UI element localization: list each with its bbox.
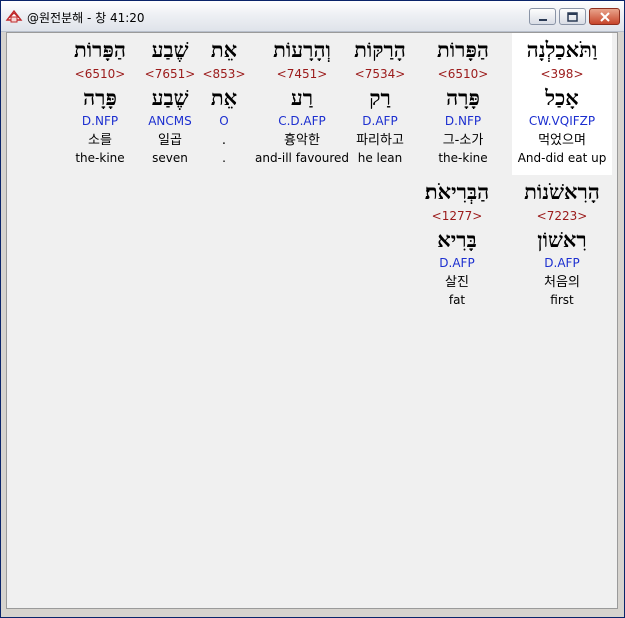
bible-app-icon bbox=[5, 9, 23, 23]
hebrew-word: הַפָּרוֹת bbox=[437, 37, 489, 62]
strong-number[interactable]: <6510> bbox=[413, 67, 513, 81]
strong-number[interactable]: <7534> bbox=[340, 67, 420, 81]
strong-number[interactable]: <7223> bbox=[512, 209, 612, 223]
hebrew-lemma: רַק bbox=[369, 85, 391, 110]
interlinear-panel[interactable]: וַתֹּאכַלְנָה <398> אָכַל CW.VQIFZP 먹었으며… bbox=[6, 32, 618, 609]
korean-gloss: 소를 bbox=[88, 133, 112, 148]
status-bar bbox=[6, 610, 618, 616]
title-bar[interactable]: @원전분해 - 창 41:20 bbox=[1, 1, 624, 32]
english-gloss: fat bbox=[448, 293, 466, 307]
hebrew-lemma: אָכַל bbox=[545, 85, 579, 110]
parse-code: D.AFP bbox=[362, 114, 398, 128]
strong-number[interactable]: <7451> bbox=[252, 67, 352, 81]
minimize-icon bbox=[538, 18, 547, 21]
hebrew-lemma: פָּרָה bbox=[83, 85, 117, 110]
english-gloss: And-did eat up bbox=[517, 151, 607, 165]
korean-gloss: 그-소가 bbox=[442, 133, 484, 148]
hebrew-lemma: אֵת bbox=[210, 85, 238, 110]
hebrew-word: אֵת bbox=[210, 37, 238, 62]
hebrew-word: הַבְּרִיאֹת׃ bbox=[424, 179, 490, 204]
strong-number[interactable]: <398> bbox=[512, 67, 612, 81]
parse-code: O bbox=[219, 114, 229, 128]
window-title: @원전분해 - 창 41:20 bbox=[27, 11, 145, 25]
hebrew-lemma: שֶׁבַע bbox=[151, 85, 189, 110]
english-gloss: he lean bbox=[357, 151, 403, 165]
korean-gloss: . bbox=[221, 133, 227, 148]
parse-code: D.NFP bbox=[81, 114, 119, 128]
strong-number[interactable]: <853> bbox=[202, 67, 246, 81]
parse-code: D.AFP bbox=[439, 256, 475, 270]
app-window: @원전분해 - 창 41:20 וַתֹּאכַלְנָה <398> אָכַ… bbox=[0, 0, 625, 618]
word-cell-5[interactable]: אֵת <853> אֵת O . . bbox=[202, 33, 246, 175]
parse-code: CW.VQIFZP bbox=[528, 114, 596, 128]
hebrew-lemma: פָּרָה bbox=[446, 85, 480, 110]
hebrew-lemma: רִאשׁוֹן bbox=[537, 227, 587, 252]
hebrew-word: וְהָרָעוֹת bbox=[273, 37, 331, 62]
word-cell-8[interactable]: הָרִאשֹׁנוֹת <7223> רִאשׁוֹן D.AFP 처음의 f… bbox=[512, 175, 612, 317]
word-cell-3[interactable]: הָרַקּוֹת <7534> רַק D.AFP 파리하고 he lean bbox=[340, 33, 420, 175]
parse-code: D.AFP bbox=[544, 256, 580, 270]
minimize-button[interactable] bbox=[529, 8, 556, 25]
korean-gloss: 먹었으며 bbox=[538, 133, 586, 148]
english-gloss: seven bbox=[152, 151, 188, 165]
hebrew-lemma: רַע bbox=[290, 85, 314, 110]
parse-code: D.NFP bbox=[444, 114, 482, 128]
strong-number[interactable]: <7651> bbox=[140, 67, 200, 81]
korean-gloss: 살진 bbox=[445, 275, 469, 290]
strong-number[interactable]: <1277> bbox=[403, 209, 511, 223]
maximize-button[interactable] bbox=[559, 8, 586, 25]
english-gloss: and-ill favoured bbox=[254, 151, 350, 165]
hebrew-word: הַפָּרוֹת bbox=[74, 37, 126, 62]
korean-gloss: 흉악한 bbox=[284, 133, 320, 148]
english-gloss: the-kine bbox=[438, 151, 488, 165]
maximize-icon bbox=[567, 11, 578, 22]
parse-code: ANCMS bbox=[148, 114, 192, 128]
strong-number[interactable]: <6510> bbox=[65, 67, 135, 81]
word-cell-2[interactable]: הַפָּרוֹת <6510> פָּרָה D.NFP 그-소가 the-k… bbox=[413, 33, 513, 175]
hebrew-lemma: בָּרִיא bbox=[437, 227, 477, 252]
english-gloss: the-kine bbox=[75, 151, 125, 165]
hebrew-word: הָרַקּוֹת bbox=[354, 37, 406, 62]
word-cell-4[interactable]: וְהָרָעוֹת <7451> רַע C.D.AFP 흉악한 and-il… bbox=[252, 33, 352, 175]
window-controls bbox=[529, 8, 620, 26]
hebrew-word: שֶׁבַע bbox=[151, 37, 189, 62]
english-gloss: first bbox=[550, 293, 574, 307]
word-cell-7[interactable]: הַפָּרוֹת <6510> פָּרָה D.NFP 소를 the-kin… bbox=[65, 33, 135, 175]
korean-gloss: 파리하고 bbox=[356, 133, 404, 148]
hebrew-word: וַתֹּאכַלְנָה bbox=[526, 37, 598, 62]
close-icon bbox=[599, 11, 610, 22]
english-gloss: . bbox=[222, 151, 226, 165]
hebrew-word: הָרִאשֹׁנוֹת bbox=[524, 179, 600, 204]
korean-gloss: 처음의 bbox=[544, 275, 580, 290]
word-cell-9[interactable]: הַבְּרִיאֹת׃ <1277> בָּרִיא D.AFP 살진 fat bbox=[403, 175, 511, 317]
korean-gloss: 일곱 bbox=[158, 133, 182, 148]
word-cell-1[interactable]: וַתֹּאכַלְנָה <398> אָכַל CW.VQIFZP 먹었으며… bbox=[512, 33, 612, 175]
word-cell-6[interactable]: שֶׁבַע <7651> שֶׁבַע ANCMS 일곱 seven bbox=[140, 33, 200, 175]
parse-code: C.D.AFP bbox=[278, 114, 326, 128]
close-button[interactable] bbox=[589, 8, 620, 25]
